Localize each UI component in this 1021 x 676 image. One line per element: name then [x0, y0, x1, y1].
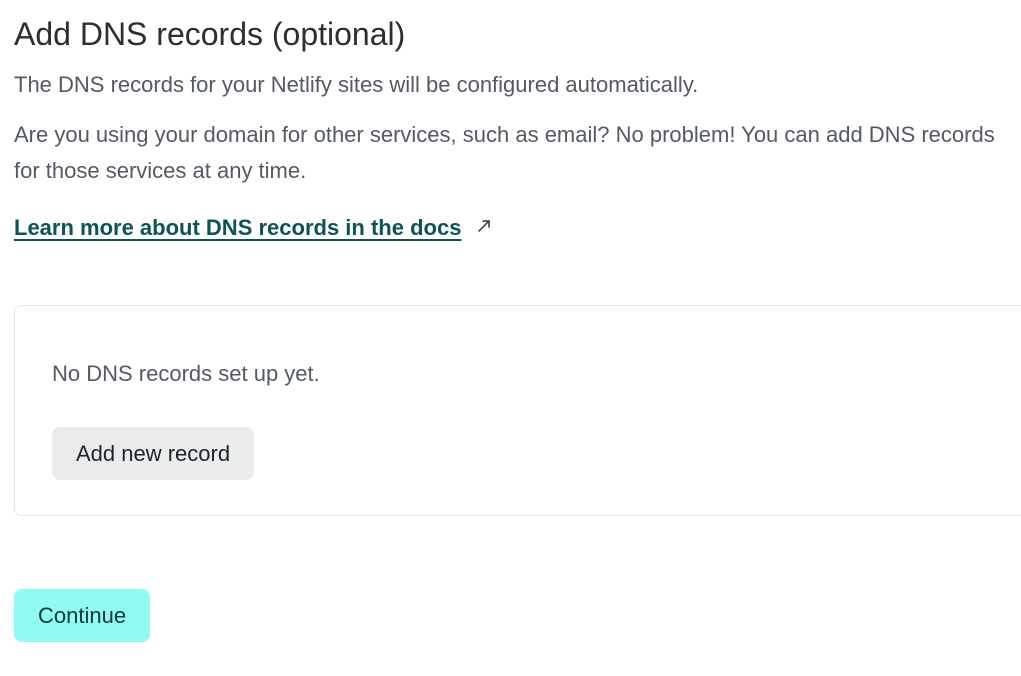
- details-text: Are you using your domain for other serv…: [14, 122, 995, 183]
- page-title: Add DNS records (optional): [14, 16, 406, 52]
- continue-button[interactable]: Continue: [14, 589, 151, 642]
- dns-docs-link[interactable]: Learn more about DNS records in the docs: [14, 215, 461, 240]
- dns-records-panel: No DNS records set up yet. Add new recor…: [14, 305, 1021, 516]
- empty-state-message: No DNS records set up yet.: [52, 361, 320, 386]
- external-link-icon[interactable]: [476, 212, 492, 242]
- add-new-record-button[interactable]: Add new record: [52, 427, 255, 480]
- docs-link-container: Learn more about DNS records in the docs: [14, 213, 492, 243]
- intro-text: The DNS records for your Netlify sites w…: [14, 72, 699, 97]
